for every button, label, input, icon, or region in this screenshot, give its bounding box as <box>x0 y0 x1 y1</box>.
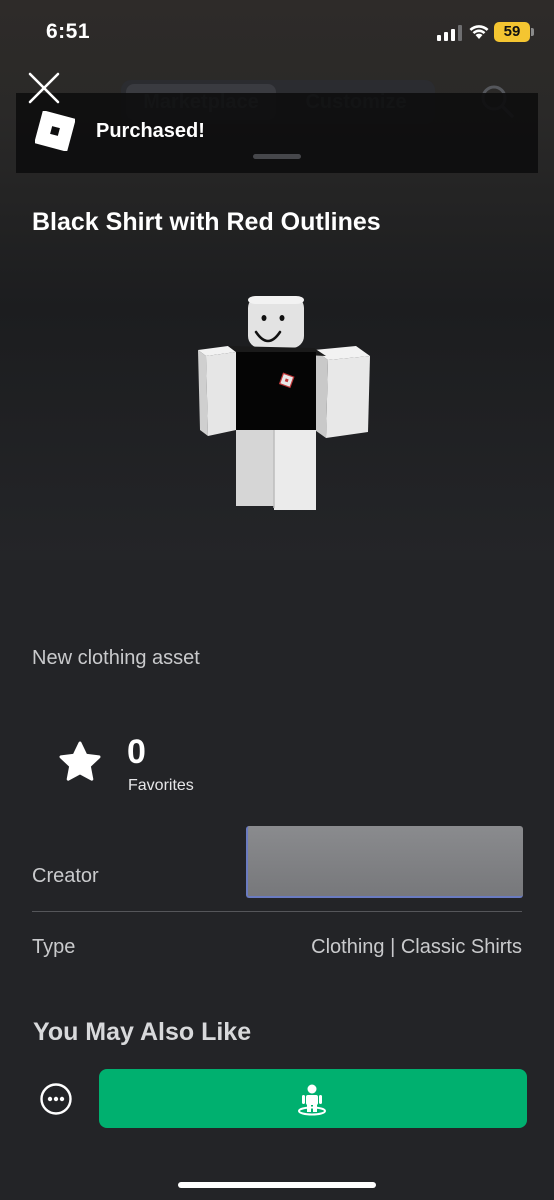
creator-name-redacted[interactable] <box>246 826 523 898</box>
creator-label: Creator <box>32 865 99 887</box>
avatar-try-on-icon <box>298 1084 326 1116</box>
ellipsis-icon[interactable] <box>39 1082 73 1116</box>
roblox-logo-icon <box>35 111 75 151</box>
type-label: Type <box>32 936 76 958</box>
cellular-signal-icon <box>437 25 462 41</box>
item-title: Black Shirt with Red Outlines <box>32 208 381 236</box>
avatar-preview[interactable] <box>190 290 380 515</box>
status-bar: 6:51 59 <box>0 0 554 66</box>
favorites-label: Favorites <box>128 777 194 794</box>
favorites-count: 0 <box>127 733 146 771</box>
type-value: Clothing | Classic Shirts <box>311 936 522 958</box>
purchase-toast[interactable]: Purchased! <box>16 93 538 173</box>
battery-nub <box>531 28 534 36</box>
home-indicator[interactable] <box>178 1182 376 1188</box>
toast-drag-handle[interactable] <box>253 154 301 159</box>
you-may-also-like-heading: You May Also Like <box>33 1018 252 1046</box>
item-description: New clothing asset <box>32 647 200 669</box>
battery-level: 59 <box>503 23 521 40</box>
close-icon[interactable] <box>26 70 62 106</box>
purchase-message: Purchased! <box>96 120 205 142</box>
favorite-star-icon[interactable] <box>58 740 102 784</box>
battery-icon: 59 <box>494 22 530 42</box>
details-divider <box>32 911 522 912</box>
try-on-button[interactable] <box>99 1069 527 1128</box>
status-time: 6:51 <box>46 20 91 43</box>
wifi-icon <box>469 25 489 39</box>
